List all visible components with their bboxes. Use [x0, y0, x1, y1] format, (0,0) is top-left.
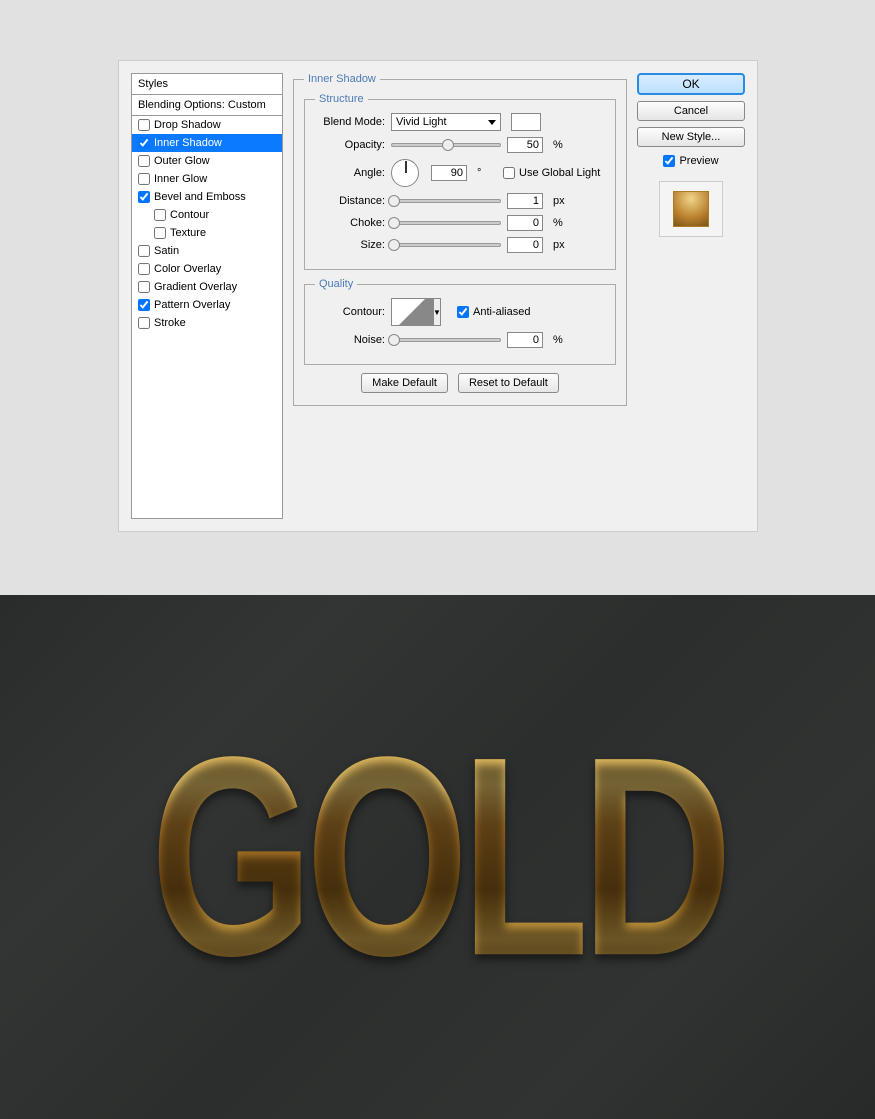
- style-gradient-overlay[interactable]: Gradient Overlay: [132, 278, 282, 296]
- use-global-light-checkbox[interactable]: [503, 167, 515, 179]
- slider-thumb-icon[interactable]: [388, 217, 400, 229]
- styles-header[interactable]: Styles: [132, 74, 282, 95]
- distance-label: Distance:: [315, 195, 385, 207]
- ok-button[interactable]: OK: [637, 73, 745, 95]
- style-stroke[interactable]: Stroke: [132, 314, 282, 332]
- style-outer-glow[interactable]: Outer Glow: [132, 152, 282, 170]
- noise-slider[interactable]: [391, 338, 501, 342]
- distance-input[interactable]: [507, 193, 543, 209]
- style-inner-shadow[interactable]: Inner Shadow: [132, 134, 282, 152]
- style-satin[interactable]: Satin: [132, 242, 282, 260]
- checkbox-outer-glow[interactable]: [138, 155, 150, 167]
- preview-checkbox[interactable]: [663, 155, 675, 167]
- styles-list-panel: Styles Blending Options: Custom Drop Sha…: [131, 73, 283, 519]
- slider-thumb-icon[interactable]: [388, 195, 400, 207]
- contour-dropdown[interactable]: ▼: [433, 298, 441, 326]
- choke-label: Choke:: [315, 217, 385, 229]
- structure-group: Structure Blend Mode: Vivid Light Opacit…: [304, 93, 616, 270]
- checkbox-satin[interactable]: [138, 245, 150, 257]
- choke-slider[interactable]: [391, 221, 501, 225]
- slider-thumb-icon[interactable]: [442, 139, 454, 151]
- checkbox-drop-shadow[interactable]: [138, 119, 150, 131]
- settings-panel: Inner Shadow Structure Blend Mode: Vivid…: [293, 73, 627, 519]
- size-slider[interactable]: [391, 243, 501, 247]
- inner-shadow-group: Inner Shadow Structure Blend Mode: Vivid…: [293, 73, 627, 406]
- angle-input[interactable]: [431, 165, 467, 181]
- opacity-label: Opacity:: [315, 139, 385, 151]
- new-style-button[interactable]: New Style...: [637, 127, 745, 147]
- size-input[interactable]: [507, 237, 543, 253]
- checkbox-inner-shadow[interactable]: [138, 137, 150, 149]
- slider-thumb-icon[interactable]: [388, 239, 400, 251]
- preview-thumbnail: [659, 181, 723, 237]
- style-inner-glow[interactable]: Inner Glow: [132, 170, 282, 188]
- gold-text: GOLD: [150, 694, 725, 1021]
- checkbox-stroke[interactable]: [138, 317, 150, 329]
- checkbox-color-overlay[interactable]: [138, 263, 150, 275]
- result-preview: GOLD: [0, 595, 875, 1119]
- checkbox-bevel-emboss[interactable]: [138, 191, 150, 203]
- style-pattern-overlay[interactable]: Pattern Overlay: [132, 296, 282, 314]
- checkbox-inner-glow[interactable]: [138, 173, 150, 185]
- make-default-button[interactable]: Make Default: [361, 373, 448, 393]
- structure-legend: Structure: [315, 93, 368, 105]
- preview-swatch-icon: [673, 191, 709, 227]
- angle-label: Angle:: [315, 167, 385, 179]
- style-color-overlay[interactable]: Color Overlay: [132, 260, 282, 278]
- style-contour[interactable]: Contour: [132, 206, 282, 224]
- noise-label: Noise:: [315, 334, 385, 346]
- blend-color-swatch[interactable]: [511, 113, 541, 131]
- style-drop-shadow[interactable]: Drop Shadow: [132, 116, 282, 134]
- contour-picker[interactable]: [391, 298, 433, 326]
- blending-options[interactable]: Blending Options: Custom: [132, 95, 282, 116]
- chevron-down-icon: [488, 120, 496, 125]
- checkbox-gradient-overlay[interactable]: [138, 281, 150, 293]
- quality-legend: Quality: [315, 278, 357, 290]
- checkbox-pattern-overlay[interactable]: [138, 299, 150, 311]
- opacity-input[interactable]: [507, 137, 543, 153]
- slider-thumb-icon[interactable]: [388, 334, 400, 346]
- reset-default-button[interactable]: Reset to Default: [458, 373, 559, 393]
- panel-title: Inner Shadow: [304, 73, 380, 85]
- style-bevel-emboss[interactable]: Bevel and Emboss: [132, 188, 282, 206]
- choke-input[interactable]: [507, 215, 543, 231]
- blend-mode-select[interactable]: Vivid Light: [391, 113, 501, 131]
- quality-group: Quality Contour: ▼ Anti-aliased: [304, 278, 616, 365]
- opacity-slider[interactable]: [391, 143, 501, 147]
- blend-mode-label: Blend Mode:: [315, 116, 385, 128]
- distance-slider[interactable]: [391, 199, 501, 203]
- cancel-button[interactable]: Cancel: [637, 101, 745, 121]
- checkbox-contour[interactable]: [154, 209, 166, 221]
- size-label: Size:: [315, 239, 385, 251]
- layer-style-dialog: Styles Blending Options: Custom Drop Sha…: [118, 60, 758, 532]
- noise-input[interactable]: [507, 332, 543, 348]
- anti-aliased-checkbox[interactable]: [457, 306, 469, 318]
- checkbox-texture[interactable]: [154, 227, 166, 239]
- dialog-side-panel: OK Cancel New Style... Preview: [637, 73, 745, 519]
- contour-label: Contour:: [315, 306, 385, 318]
- style-texture[interactable]: Texture: [132, 224, 282, 242]
- angle-dial[interactable]: [391, 159, 419, 187]
- angle-hand-icon: [405, 161, 407, 173]
